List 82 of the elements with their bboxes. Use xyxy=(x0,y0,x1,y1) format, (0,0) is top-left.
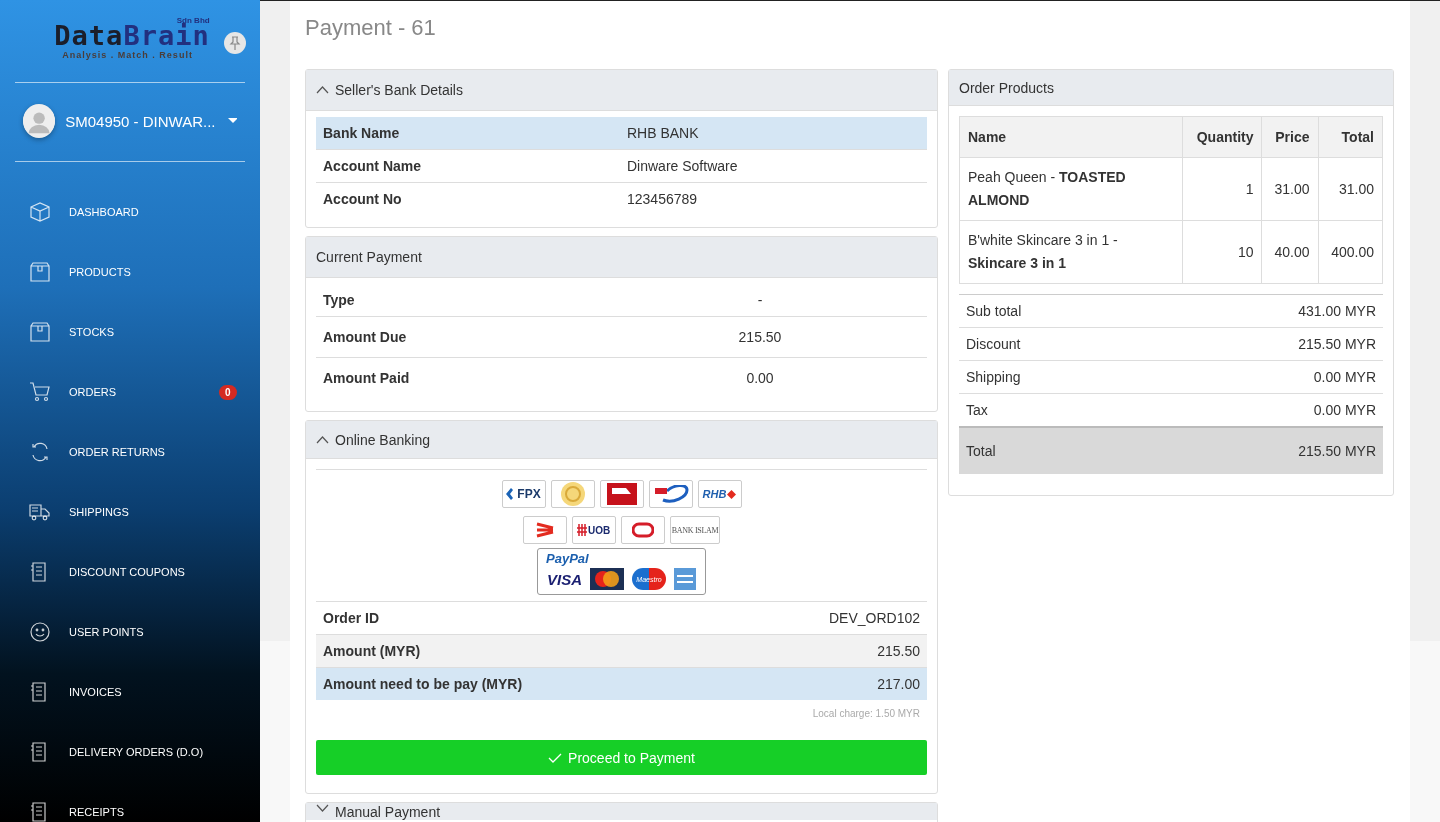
field-value: RHB BANK xyxy=(620,117,927,150)
smiley-icon xyxy=(28,620,52,644)
card-header[interactable]: Online Banking xyxy=(306,421,937,459)
nav-item[interactable]: INVOICES xyxy=(0,662,260,722)
box-icon xyxy=(28,320,52,344)
bank-logo[interactable]: FPX xyxy=(501,480,546,508)
column-header: Name xyxy=(959,116,1183,158)
bank-logo[interactable]: RHB xyxy=(697,480,742,508)
bank-logo[interactable] xyxy=(648,480,693,508)
nav-item[interactable]: PRODUCTS xyxy=(0,242,260,302)
nav-item[interactable]: RECEIPTS xyxy=(0,782,260,822)
field-value: 217.00 xyxy=(725,667,927,700)
nav-item[interactable]: STOCKS xyxy=(0,302,260,362)
table-cell: B'white Skincare 3 in 1 - Skincare 3 in 1 xyxy=(959,220,1183,284)
field-label: Account No xyxy=(316,182,620,215)
count-badge: 0 xyxy=(219,384,237,400)
table-cell: 31.00 xyxy=(1318,157,1383,221)
nav-item[interactable]: DELIVERY ORDERS (D.O) xyxy=(0,722,260,782)
nav-item[interactable]: DASHBOARD xyxy=(0,182,260,242)
pin-button[interactable] xyxy=(223,32,246,54)
nav-item[interactable]: SHIPPINGS xyxy=(0,482,260,542)
card-header[interactable]: Seller's Bank Details xyxy=(306,70,937,111)
table-cell: 10 xyxy=(1182,220,1262,284)
logo-wordmark: DataBrain xyxy=(54,22,210,50)
field-value: 215.50 xyxy=(725,634,927,668)
chevron-up-icon xyxy=(316,86,329,94)
table-cell: Peah Queen - TOASTED ALMOND xyxy=(959,157,1183,221)
nav-item[interactable]: USER POINTS xyxy=(0,602,260,662)
field-label: Account Name xyxy=(316,149,620,183)
summary-label: Total xyxy=(959,427,1142,474)
field-value: 0.00 xyxy=(593,357,927,398)
pin-icon xyxy=(228,36,241,50)
summary-value: 215.50 MYR xyxy=(1141,327,1383,361)
summary-value: 0.00 MYR xyxy=(1141,360,1383,394)
caret-icon[interactable] xyxy=(227,118,237,124)
card-logo xyxy=(590,568,624,590)
column-header: Total xyxy=(1318,116,1383,158)
chevron-down-icon xyxy=(316,804,329,812)
bank-logo[interactable]: UOB xyxy=(571,516,616,544)
chevron-up-icon xyxy=(316,435,329,444)
summary-label: Sub total xyxy=(959,294,1142,328)
nav-item[interactable]: DISCOUNT COUPONS xyxy=(0,542,260,602)
table-cell: 400.00 xyxy=(1318,220,1383,284)
summary-label: Discount xyxy=(959,327,1142,361)
summary-value: 431.00 MYR xyxy=(1141,294,1383,328)
field-value: 123456789 xyxy=(620,182,927,215)
field-label: Amount need to be pay (MYR) xyxy=(316,667,726,700)
field-label: Type xyxy=(316,284,593,317)
card-logo xyxy=(674,568,696,590)
summary-label: Shipping xyxy=(959,360,1142,394)
nav-item[interactable]: ORDERS 0 xyxy=(0,362,260,422)
page-title: Payment - 61 xyxy=(305,15,437,42)
card-header: Current Payment xyxy=(316,249,422,265)
card-header[interactable]: Manual Payment xyxy=(306,803,937,820)
table-cell: 1 xyxy=(1182,157,1262,221)
table-cell: 40.00 xyxy=(1261,220,1319,284)
bank-logo[interactable]: BANK ISLAM xyxy=(669,516,721,544)
field-label: Bank Name xyxy=(316,117,620,150)
charge-note: Local charge: 1.50 MYR xyxy=(812,708,920,719)
avatar xyxy=(23,104,56,138)
field-value: 215.50 xyxy=(593,316,927,358)
summary-value: 215.50 MYR xyxy=(1141,427,1383,474)
field-label: Amount Paid xyxy=(316,357,593,398)
card-logo: VISA xyxy=(547,570,582,588)
bank-logo[interactable] xyxy=(522,516,567,544)
field-label: Amount Due xyxy=(316,316,593,358)
check-icon xyxy=(548,752,563,763)
column-header: Price xyxy=(1261,116,1319,158)
logo-tagline: Analysis . Match . Result xyxy=(62,50,193,60)
field-value: Dinware Software xyxy=(620,149,927,183)
field-value: - xyxy=(593,284,927,317)
box-icon xyxy=(28,260,52,284)
table-cell: 31.00 xyxy=(1261,157,1319,221)
cart-icon xyxy=(28,380,52,404)
nav-item[interactable]: ORDER RETURNS xyxy=(0,422,260,482)
bank-logo[interactable] xyxy=(620,516,665,544)
user-name-menu[interactable]: SM04950 - DINWAR... xyxy=(65,112,216,130)
field-label: Amount (MYR) xyxy=(316,634,726,668)
column-header: Quantity xyxy=(1182,116,1262,158)
bank-logo[interactable] xyxy=(599,480,644,508)
card-header: Order Products xyxy=(959,79,1054,96)
cube-icon xyxy=(28,200,52,224)
